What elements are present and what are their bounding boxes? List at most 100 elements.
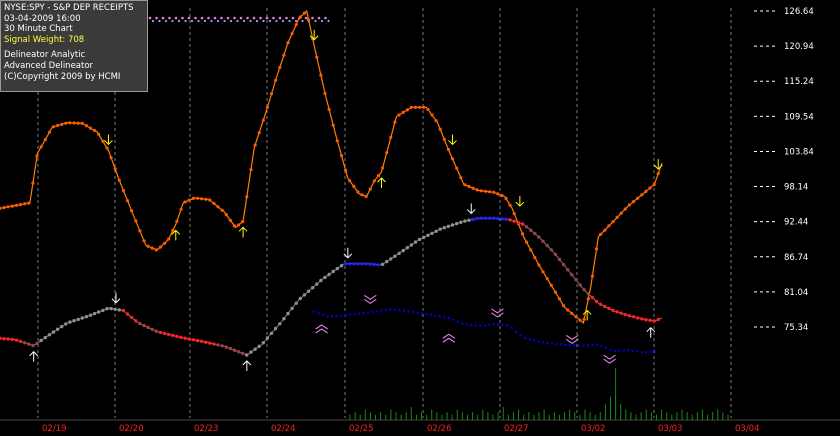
secondary-point [577, 344, 581, 347]
secondary-point [532, 339, 536, 342]
price-point [557, 297, 562, 301]
secondary-point [483, 324, 486, 327]
signal-point [55, 327, 60, 331]
price-point [520, 232, 525, 236]
price-point [389, 135, 393, 139]
price-point [224, 213, 228, 217]
price-point [418, 105, 422, 109]
signal-point [10, 337, 14, 342]
price-point [430, 113, 434, 117]
signal-point [146, 325, 150, 330]
signal-point [467, 218, 471, 222]
signal-point [512, 219, 516, 223]
signal-point [220, 344, 224, 348]
chevron-stroke [442, 337, 456, 343]
price-point [483, 189, 488, 193]
header-band-dot [174, 16, 178, 20]
signal-point [487, 216, 492, 220]
arrow-up-icon [646, 326, 656, 338]
secondary-point [380, 309, 383, 312]
price-point [504, 196, 508, 201]
price-point [348, 179, 352, 183]
signal-point [162, 331, 167, 336]
signal-point [442, 226, 446, 230]
price-point [216, 205, 220, 209]
secondary-point [420, 312, 424, 315]
signal-point [23, 341, 27, 345]
price-point [125, 199, 130, 203]
price-point [6, 205, 10, 209]
secondary-point [501, 323, 504, 327]
price-point [31, 181, 35, 185]
signal-point [463, 219, 467, 223]
price-point [397, 113, 401, 117]
price-point [364, 194, 368, 199]
price-point [368, 187, 372, 191]
price-point [237, 223, 241, 227]
header-band-dot [148, 16, 152, 20]
arrow-up-icon [377, 177, 386, 189]
price-point [331, 123, 335, 127]
signal-point [113, 307, 117, 311]
signal-point [644, 318, 648, 322]
secondary-point [384, 308, 388, 312]
signal-point [492, 216, 496, 220]
signal-point [422, 235, 426, 240]
signal-point [430, 231, 434, 235]
header-band-dot [233, 16, 236, 20]
price-point [315, 55, 319, 59]
signal-point [14, 338, 19, 342]
price-point [88, 126, 93, 130]
signal-point [652, 319, 656, 323]
x-tick-label: 03/02 [581, 424, 606, 434]
signal-point [603, 304, 607, 309]
header-band-dot [184, 19, 187, 23]
signal-point [64, 322, 68, 326]
secondary-point [528, 338, 531, 341]
price-point [381, 166, 385, 170]
price-point [257, 131, 261, 135]
price-point [134, 219, 138, 223]
signal-point [84, 315, 89, 319]
signal-weight: Signal Weight: 708 [4, 34, 85, 45]
header-band-dot [213, 16, 217, 20]
header-band-dot [285, 16, 288, 20]
signal-point [208, 341, 212, 345]
secondary-point [568, 344, 572, 347]
product-name: Advanced Delineator [4, 60, 94, 71]
price-point [253, 143, 257, 147]
price-point [269, 92, 274, 96]
price-point [603, 228, 607, 232]
price-point [113, 167, 117, 171]
signal-point [570, 273, 574, 277]
price-point [154, 248, 158, 252]
secondary-point [321, 313, 325, 316]
secondary-point [609, 348, 612, 352]
y-tick-label: 75.34 [784, 323, 808, 333]
price-point [72, 121, 76, 125]
signal-point [269, 331, 274, 335]
price-point [158, 245, 162, 249]
x-tick-label: 03/04 [735, 424, 760, 434]
signal-point [380, 262, 385, 266]
secondary-point [613, 349, 617, 353]
signal-point [409, 243, 414, 247]
x-tick-label: 02/25 [349, 424, 374, 434]
price-point [179, 207, 183, 211]
price-point [376, 174, 381, 178]
secondary-point [465, 323, 468, 326]
price-point [372, 179, 376, 183]
price-point [574, 315, 578, 319]
signal-point [43, 335, 47, 340]
signal-point [331, 269, 335, 274]
price-point [101, 139, 105, 143]
signal-point [335, 266, 339, 271]
signal-point [80, 316, 85, 320]
signal-point [327, 272, 331, 277]
price-point [282, 53, 286, 57]
signal-point [446, 224, 451, 228]
signal-point [339, 264, 344, 268]
signal-point [372, 262, 377, 267]
signal-point [150, 327, 154, 331]
signal-point [524, 225, 529, 229]
